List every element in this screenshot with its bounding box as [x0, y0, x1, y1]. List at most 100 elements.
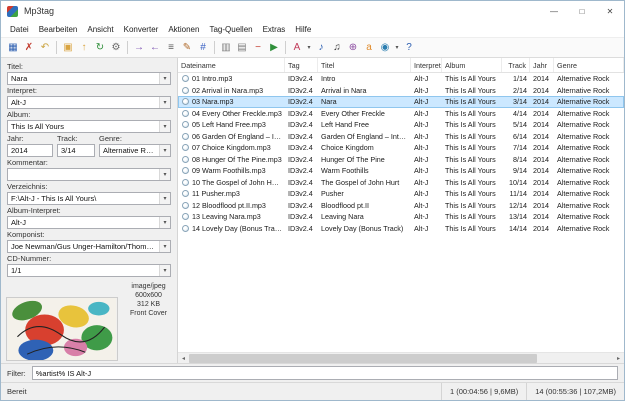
- jahr-input[interactable]: 2014: [7, 144, 53, 157]
- amazon-icon[interactable]: a: [361, 40, 377, 56]
- cell: Alt-J: [411, 224, 442, 233]
- chevron-down-icon[interactable]: ▾: [159, 193, 170, 204]
- filename-to-tag-icon[interactable]: ←: [147, 40, 163, 56]
- table-row[interactable]: 06 Garden Of England – Interlude.mp3ID3v…: [178, 131, 624, 143]
- column-header-interpret[interactable]: Interpret: [411, 58, 442, 72]
- cell: ID3v2.4: [285, 143, 318, 152]
- column-header-titel[interactable]: Titel: [318, 58, 411, 72]
- column-header-album[interactable]: Album: [442, 58, 502, 72]
- save-icon[interactable]: ▦: [5, 40, 21, 56]
- menu-konverter[interactable]: Konverter: [119, 25, 164, 34]
- web-sources-icon[interactable]: ◉: [377, 40, 393, 56]
- tag-to-filename-icon[interactable]: →: [131, 40, 147, 56]
- remove-fields-icon[interactable]: −: [250, 40, 266, 56]
- font-icon[interactable]: A: [289, 40, 305, 56]
- filter-input[interactable]: [32, 366, 618, 380]
- verzeichnis-combobox[interactable]: F:\Alt-J - This Is All Yours\ ▾: [7, 192, 171, 205]
- table-row[interactable]: 13 Leaving Nara.mp3ID3v2.4Leaving NaraAl…: [178, 211, 624, 223]
- table-body: 01 Intro.mp3ID3v2.4IntroAlt-JThis Is All…: [178, 73, 624, 352]
- file-cell: 03 Nara.mp3: [178, 97, 285, 106]
- chevron-down-icon[interactable]: ▾: [159, 241, 170, 252]
- freedb-icon[interactable]: ♪: [313, 40, 329, 56]
- column-header-genre[interactable]: Genre: [554, 58, 624, 72]
- album-interpret-combobox[interactable]: Alt-J ▾: [7, 216, 171, 229]
- cell: ID3v2.4: [285, 189, 318, 198]
- parent-directory-icon[interactable]: ↑: [76, 40, 92, 56]
- refresh-icon[interactable]: ↻: [92, 40, 108, 56]
- interpret-combobox[interactable]: Alt-J ▾: [7, 96, 171, 109]
- menu-datei[interactable]: Datei: [5, 25, 34, 34]
- table-row[interactable]: 10 The Gospel of John Hurt.mp3ID3v2.4The…: [178, 177, 624, 189]
- genre-combobox[interactable]: Alternative Rock ▾: [99, 144, 171, 157]
- horizontal-scrollbar[interactable]: ◂ ▸: [178, 352, 624, 363]
- discogs-icon[interactable]: ♫: [329, 40, 345, 56]
- track-input[interactable]: 3/14: [57, 144, 95, 157]
- chevron-down-icon[interactable]: ▾: [159, 145, 170, 156]
- scroll-left-icon[interactable]: ◂: [178, 353, 189, 364]
- change-directory-icon[interactable]: ▣: [60, 40, 76, 56]
- mp3tag-window: Mp3tag — □ ✕ DateiBearbeitenAnsichtKonve…: [0, 0, 625, 401]
- column-header-dateiname[interactable]: Dateiname: [178, 58, 285, 72]
- jahr-value: 2014: [8, 146, 52, 155]
- menu-extras[interactable]: Extras: [258, 25, 291, 34]
- titlebar: Mp3tag — □ ✕: [1, 1, 624, 21]
- remove-tag-icon[interactable]: ✗: [21, 40, 37, 56]
- table-row[interactable]: 04 Every Other Freckle.mp3ID3v2.4Every O…: [178, 108, 624, 120]
- cell: Alt-J: [411, 166, 442, 175]
- chevron-down-icon[interactable]: ▾: [305, 44, 313, 51]
- table-row[interactable]: 05 Left Hand Free.mp3ID3v2.4Left Hand Fr…: [178, 119, 624, 131]
- column-header-jahr[interactable]: Jahr: [530, 58, 554, 72]
- column-header-track[interactable]: Track: [502, 58, 530, 72]
- komponist-combobox[interactable]: Joe Newman/Gus Unger-Hamilton/Thom Green…: [7, 240, 171, 253]
- album-combobox[interactable]: This Is All Yours ▾: [7, 120, 171, 133]
- menu-hilfe[interactable]: Hilfe: [290, 25, 316, 34]
- table-row[interactable]: 07 Choice Kingdom.mp3ID3v2.4Choice Kingd…: [178, 142, 624, 154]
- chevron-down-icon[interactable]: ▾: [159, 73, 170, 84]
- menu-tag-quellen[interactable]: Tag-Quellen: [204, 25, 257, 34]
- chevron-down-icon[interactable]: ▾: [159, 265, 170, 276]
- play-icon[interactable]: ▶: [266, 40, 282, 56]
- table-row[interactable]: 02 Arrival in Nara.mp3ID3v2.4Arrival in …: [178, 85, 624, 97]
- table-row[interactable]: 12 Bloodflood pt.II.mp3ID3v2.4Bloodflood…: [178, 200, 624, 212]
- maximize-button[interactable]: □: [568, 1, 596, 21]
- chevron-down-icon[interactable]: ▾: [159, 121, 170, 132]
- track-icon: [182, 156, 189, 163]
- table-row[interactable]: 01 Intro.mp3ID3v2.4IntroAlt-JThis Is All…: [178, 73, 624, 85]
- cell: This Is All Yours: [442, 86, 502, 95]
- scroll-right-icon[interactable]: ▸: [613, 353, 624, 364]
- titel-combobox[interactable]: Nara ▾: [7, 72, 171, 85]
- table-row[interactable]: 11 Pusher.mp3ID3v2.4PusherAlt-JThis Is A…: [178, 188, 624, 200]
- help-icon[interactable]: ?: [401, 40, 417, 56]
- options-icon[interactable]: ⚙: [108, 40, 124, 56]
- copy-tag-icon[interactable]: ▥: [218, 40, 234, 56]
- actions-icon[interactable]: ✎: [179, 40, 195, 56]
- kommentar-combobox[interactable]: ▾: [7, 168, 171, 181]
- album-cover-image[interactable]: [6, 297, 118, 361]
- menu-ansicht[interactable]: Ansicht: [82, 25, 118, 34]
- table-row[interactable]: 08 Hunger Of The Pine.mp3ID3v2.4Hunger O…: [178, 154, 624, 166]
- musicbrainz-icon[interactable]: ⊕: [345, 40, 361, 56]
- cell: 2014: [530, 120, 554, 129]
- menu-bearbeiten[interactable]: Bearbeiten: [34, 25, 83, 34]
- textfile-to-tag-icon[interactable]: ≡: [163, 40, 179, 56]
- scrollbar-thumb[interactable]: [189, 354, 537, 363]
- chevron-down-icon[interactable]: ▾: [159, 97, 170, 108]
- cell: ID3v2.4: [285, 86, 318, 95]
- table-row[interactable]: 03 Nara.mp3ID3v2.4NaraAlt-JThis Is All Y…: [178, 96, 624, 108]
- minimize-button[interactable]: —: [540, 1, 568, 21]
- cover-area[interactable]: image/jpeg600x600312 KBFront Cover: [7, 280, 171, 361]
- menu-aktionen[interactable]: Aktionen: [163, 25, 204, 34]
- undo-icon[interactable]: ↶: [37, 40, 53, 56]
- chevron-down-icon[interactable]: ▾: [393, 44, 401, 51]
- cd-nummer-combobox[interactable]: 1/1 ▾: [7, 264, 171, 277]
- autonumbering-wizard-icon[interactable]: #: [195, 40, 211, 56]
- chevron-down-icon[interactable]: ▾: [159, 217, 170, 228]
- table-row[interactable]: 09 Warm Foothills.mp3ID3v2.4Warm Foothil…: [178, 165, 624, 177]
- scrollbar-track[interactable]: [189, 353, 613, 363]
- chevron-down-icon[interactable]: ▾: [159, 169, 170, 180]
- table-row[interactable]: 14 Lovely Day (Bonus Track).mp3ID3v2.4Lo…: [178, 223, 624, 235]
- paste-tag-icon[interactable]: ▤: [234, 40, 250, 56]
- column-header-tag[interactable]: Tag: [285, 58, 318, 72]
- close-button[interactable]: ✕: [596, 1, 624, 21]
- cell: ID3v2.4: [285, 224, 318, 233]
